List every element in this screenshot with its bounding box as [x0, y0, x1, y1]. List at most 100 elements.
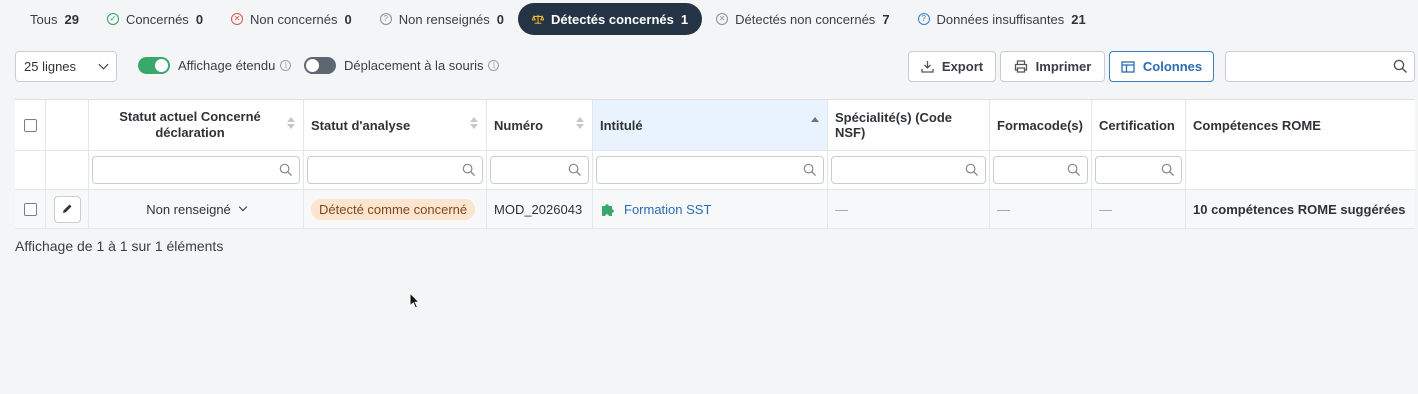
filter-input-statut-analyse[interactable] [307, 156, 483, 184]
sort-icon [287, 117, 295, 129]
page-size-select[interactable]: 25 lignes [15, 51, 117, 82]
tab-detectes-non-concernes[interactable]: ✕ Détectés non concernés 7 [702, 3, 903, 35]
formacode-cell: — [990, 190, 1092, 228]
status-filter-tabs: Tous 29 ✓ Concernés 0 ✕ Non concernés 0 … [16, 3, 1100, 35]
info-icon[interactable]: i [488, 60, 500, 71]
tab-count: 0 [344, 11, 352, 27]
statut-actuel-select[interactable]: Non renseigné [146, 202, 248, 217]
column-header-statut-analyse[interactable]: Statut d'analyse [304, 100, 487, 150]
tab-non-concernes[interactable]: ✕ Non concernés 0 [217, 3, 366, 35]
extended-view-toggle[interactable] [138, 57, 170, 74]
printer-icon [1014, 60, 1028, 73]
column-header-competences[interactable]: Compétences ROME [1186, 100, 1415, 150]
info-icon[interactable]: i [280, 60, 292, 71]
sort-icon [470, 117, 478, 129]
print-button[interactable]: Imprimer [1000, 51, 1105, 82]
pagination-info: Affichage de 1 à 1 sur 1 éléments [15, 238, 224, 254]
column-header-specialites[interactable]: Spécialité(s) (Code NSF) [828, 100, 990, 150]
chevron-down-icon [98, 59, 109, 70]
chevron-down-icon [238, 202, 248, 212]
export-button[interactable]: Export [908, 51, 996, 82]
filter-input-formacode[interactable] [993, 156, 1088, 184]
intitule-link[interactable]: Formation SST [600, 201, 711, 217]
search-icon [1161, 163, 1175, 180]
filter-empty-cell [46, 151, 89, 189]
tab-count: 21 [1071, 11, 1086, 27]
table-header-row: Statut actuel Concerné déclaration Statu… [15, 100, 1415, 151]
intitule-value: Formation SST [624, 201, 712, 217]
tab-donnees-insuffisantes[interactable]: ? Données insuffisantes 21 [904, 3, 1100, 35]
search-icon [1067, 163, 1081, 180]
column-header-label: Intitulé [600, 117, 643, 133]
search-icon [279, 163, 293, 180]
sort-icon [576, 117, 584, 129]
column-header-label: Statut actuel Concerné déclaration [119, 109, 261, 140]
column-header-certification[interactable]: Certification [1092, 100, 1186, 150]
column-header-label: Certification [1099, 117, 1175, 133]
column-header-numero[interactable]: Numéro [487, 100, 593, 150]
puzzle-icon [602, 204, 614, 216]
column-header-label: Numéro [494, 117, 544, 133]
filter-input-numero[interactable] [490, 156, 589, 184]
tab-tous[interactable]: Tous 29 [16, 3, 93, 35]
mouse-cursor-icon [409, 292, 421, 309]
question-circle-icon: ? [917, 13, 930, 25]
column-header-formacode[interactable]: Formacode(s) [990, 100, 1092, 150]
filter-cell [990, 151, 1092, 189]
filter-input-certification[interactable] [1095, 156, 1182, 184]
tab-concernes[interactable]: ✓ Concernés 0 [93, 3, 217, 35]
print-label: Imprimer [1035, 59, 1092, 74]
numero-cell: MOD_2026043 [487, 190, 593, 228]
statut-analyse-cell: Détecté comme concerné [304, 190, 487, 228]
filter-input-intitule[interactable] [596, 156, 824, 184]
column-header-intitule[interactable]: Intitulé [593, 100, 828, 150]
mouse-scroll-toggle[interactable] [304, 57, 336, 74]
formacode-value: — [997, 201, 1010, 217]
columns-label: Colonnes [1142, 59, 1203, 74]
column-header-statut-actuel[interactable]: Statut actuel Concerné déclaration [89, 100, 304, 150]
select-all-checkbox[interactable] [23, 118, 37, 132]
x-circle-icon: ✕ [716, 13, 729, 25]
tab-label: Tous [30, 11, 58, 27]
column-header-label: Formacode(s) [997, 117, 1083, 133]
extended-view-label: Affichage étendu [178, 58, 276, 73]
filter-empty-cell [15, 151, 46, 189]
global-search-input[interactable] [1225, 51, 1415, 82]
filter-empty-cell [1186, 151, 1415, 189]
search-icon [803, 163, 817, 180]
specialites-value: — [835, 201, 848, 217]
edit-button[interactable] [53, 195, 81, 223]
filter-cell [828, 151, 990, 189]
table-row: Non renseigné Détecté comme concerné MOD… [15, 190, 1415, 229]
row-select-cell [15, 190, 46, 228]
tab-label: Détectés concernés [551, 11, 674, 27]
tab-count: 29 [64, 11, 79, 27]
search-icon [568, 163, 582, 180]
filter-cell [1092, 151, 1186, 189]
filter-cell [593, 151, 828, 189]
tab-non-renseignes[interactable]: ? Non renseignés 0 [366, 3, 518, 35]
search-icon [462, 163, 476, 180]
mouse-scroll-toggle-group: Déplacement à la souris i [304, 57, 500, 74]
row-actions-cell [46, 190, 89, 228]
tab-detectes-concernes[interactable]: Détectés concernés 1 [518, 3, 703, 35]
competences-cell: 10 compétences ROME suggérées [1186, 190, 1415, 228]
export-label: Export [941, 59, 984, 74]
tab-count: 0 [195, 11, 204, 27]
table-toolbar: 25 lignes Affichage étendu i Déplacement… [15, 51, 1417, 82]
table-filter-row [15, 151, 1415, 190]
row-checkbox[interactable] [23, 202, 37, 216]
columns-button[interactable]: Colonnes [1109, 51, 1214, 82]
certification-value: — [1099, 201, 1112, 217]
filter-input-specialites[interactable] [831, 156, 986, 184]
tab-label: Non concernés [250, 11, 338, 27]
tab-count: 7 [882, 11, 890, 27]
filter-input-statut-actuel[interactable] [92, 156, 300, 184]
competences-value[interactable]: 10 compétences ROME suggérées [1193, 202, 1405, 217]
download-icon [921, 60, 934, 73]
tab-count: 1 [680, 11, 689, 27]
intitule-cell: Formation SST [593, 190, 828, 228]
tab-label: Concernés [125, 11, 189, 27]
tab-label: Détectés non concernés [735, 11, 876, 27]
tab-label: Données insuffisantes [936, 11, 1065, 27]
